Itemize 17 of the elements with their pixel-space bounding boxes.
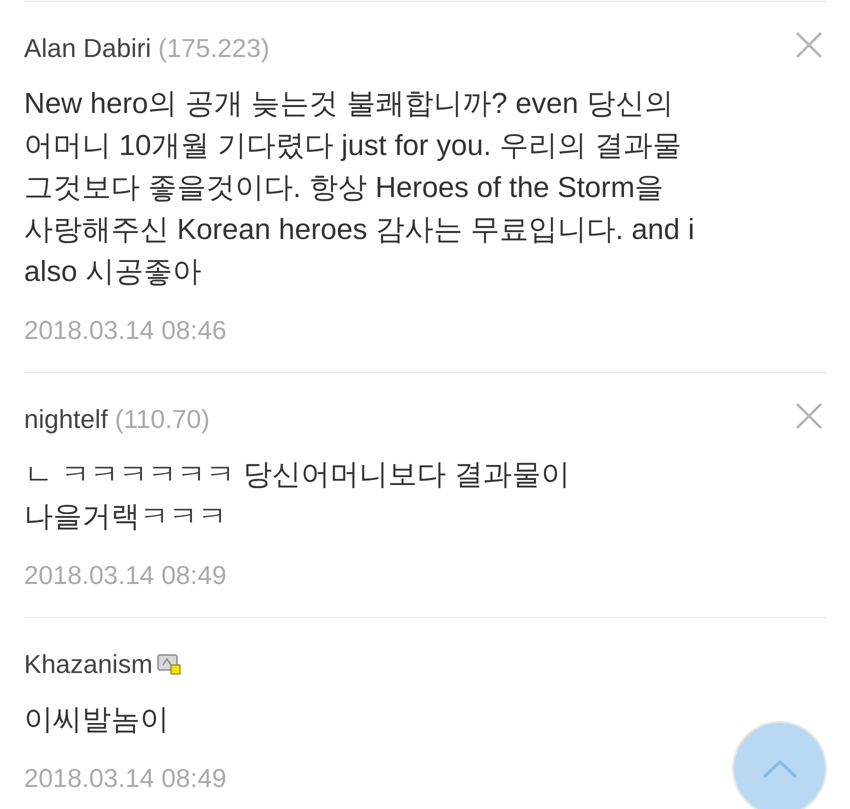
author-name: Khazanism bbox=[24, 648, 153, 680]
comment-text: ㄴ ㅋㅋㅋㅋㅋㅋ 당신어머니보다 결과물이 나을거랙ㅋㅋㅋ bbox=[24, 458, 570, 535]
ip-address: (110.70) bbox=[114, 402, 210, 436]
comment-date: 2018.03.14 08:46 bbox=[24, 314, 226, 347]
ip-address: (175.223) bbox=[158, 32, 270, 64]
chevron-up-icon bbox=[762, 758, 798, 778]
author-name: Alan Dabiri bbox=[24, 32, 152, 64]
close-icon bbox=[796, 403, 822, 429]
comment-text: 이씨발놈이 bbox=[24, 703, 169, 738]
member-icon bbox=[156, 653, 181, 675]
close-button[interactable] bbox=[794, 30, 824, 60]
author-name: nightelf bbox=[24, 402, 108, 436]
close-button[interactable] bbox=[794, 401, 824, 431]
comment-date: 2018.03.14 08:49 bbox=[24, 762, 226, 795]
close-icon bbox=[796, 32, 822, 58]
comment-text: New hero의 공개 늦는것 불쾌합니까? even 당신의 어머니 10개월 기다렸다 just for you. 우리의 결과물 그것보다 좋을것이다. 항상 Heroes of the Storm을 사랑해주신 Korean heroes 감사는 무료입니다. and i also 시공좋아 bbox=[24, 87, 694, 290]
comment-date: 2018.03.14 08:49 bbox=[24, 559, 226, 592]
